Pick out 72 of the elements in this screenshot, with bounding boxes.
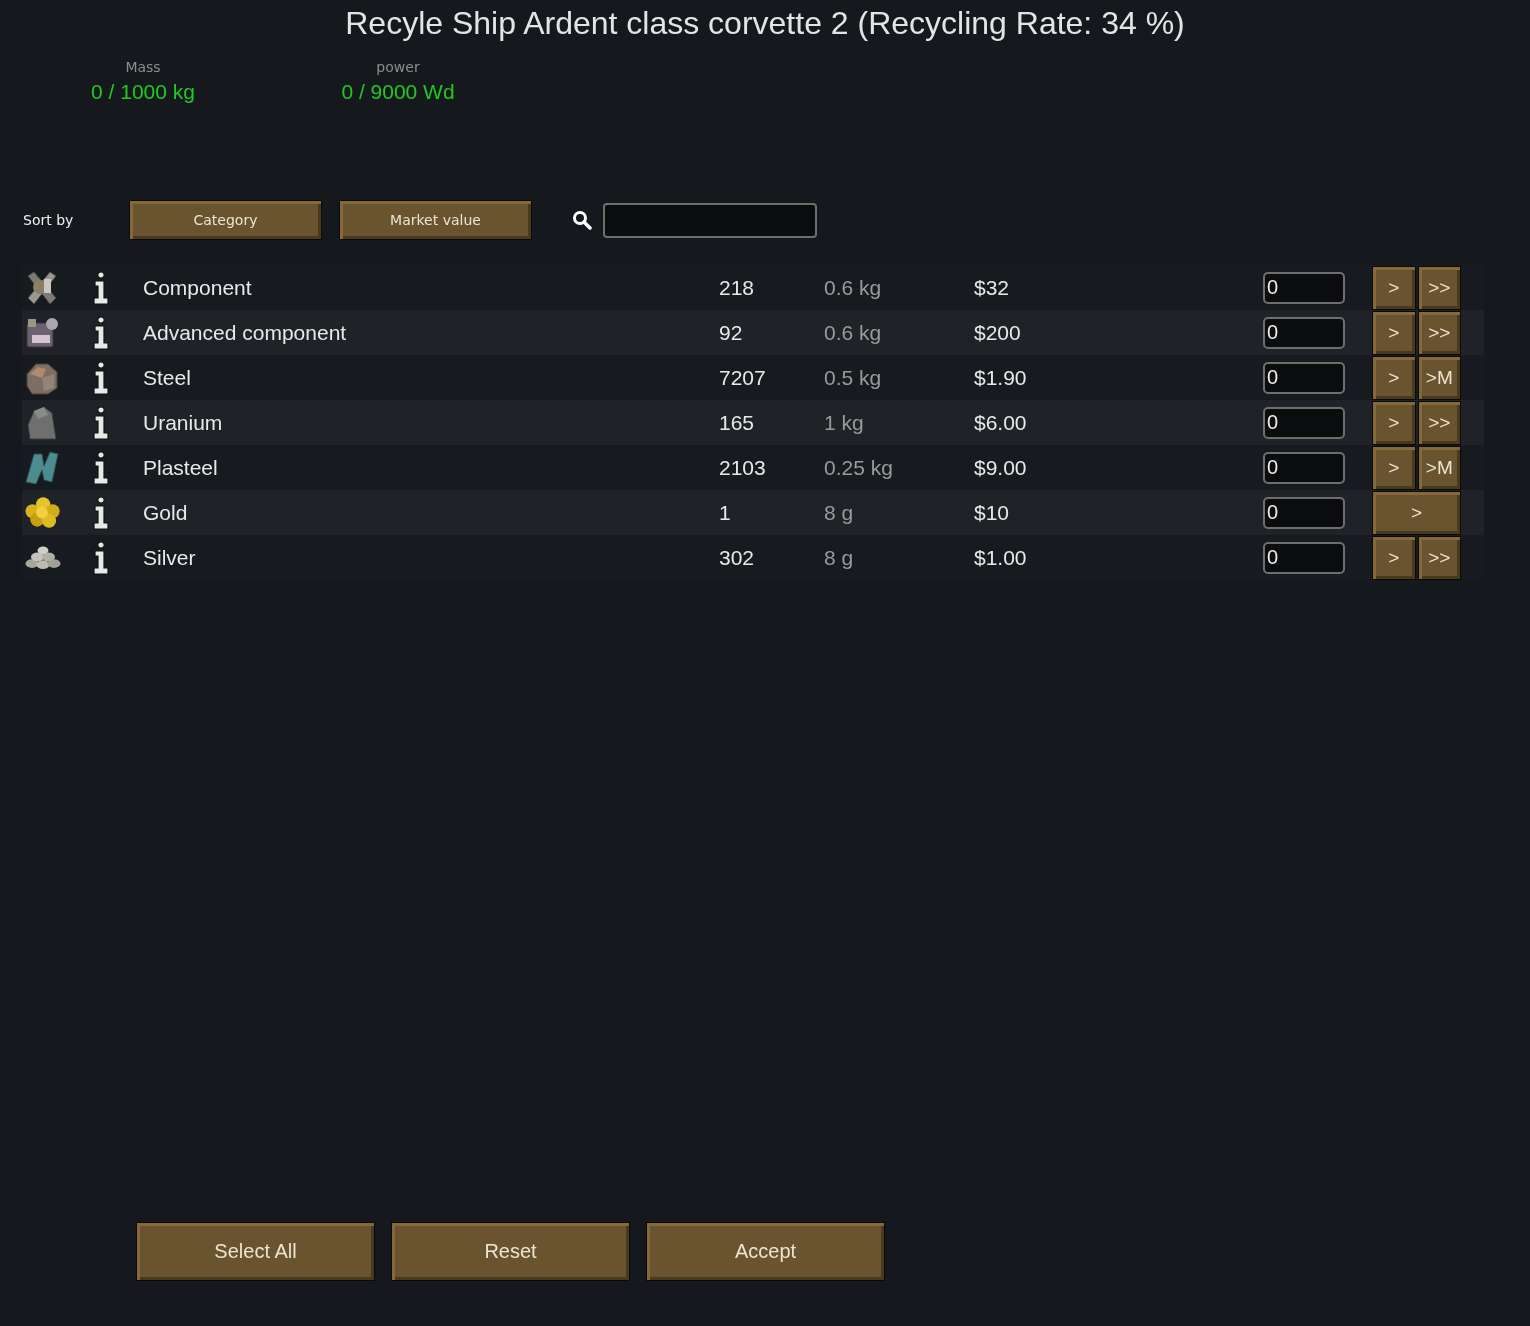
item-mass: 8 g xyxy=(824,545,855,570)
item-name: Steel xyxy=(143,365,192,390)
item-count: 7207 xyxy=(719,365,767,390)
sort-button[interactable]: Category xyxy=(129,200,322,240)
quantity-field[interactable]: 0 xyxy=(1263,316,1345,349)
info-icon[interactable] xyxy=(92,270,110,305)
item-mass: 1 kg xyxy=(824,410,865,435)
nugget-pile-icon xyxy=(24,496,60,529)
transfer-button[interactable]: > xyxy=(1372,355,1416,400)
item-name: Plasteel xyxy=(143,455,219,480)
quantity-field[interactable]: 0 xyxy=(1263,406,1345,439)
item-mass: 0.6 kg xyxy=(824,275,883,300)
transfer-button[interactable]: > xyxy=(1372,400,1416,445)
quantity-field[interactable]: 0 xyxy=(1263,451,1345,484)
item-mass: 0.5 kg xyxy=(824,365,883,390)
item-name: Advanced component xyxy=(143,320,348,345)
item-price: $1.00 xyxy=(974,545,1028,570)
info-icon[interactable] xyxy=(92,360,110,395)
info-icon[interactable] xyxy=(92,450,110,485)
item-name: Gold xyxy=(143,500,189,525)
transfer-button[interactable]: >> xyxy=(1417,310,1461,355)
item-price: $9.00 xyxy=(974,455,1028,480)
transfer-button[interactable]: >M xyxy=(1417,355,1461,400)
action-button[interactable]: Reset xyxy=(391,1222,630,1281)
quantity-field[interactable]: 0 xyxy=(1263,271,1345,304)
stat-label: Mass xyxy=(125,58,161,76)
sort-label: Sort by xyxy=(23,212,75,228)
stat-value: 0 / 9000 Wd xyxy=(341,79,455,105)
item-name: Component xyxy=(143,275,253,300)
rock-icon xyxy=(24,404,60,441)
transfer-button[interactable]: > xyxy=(1372,310,1416,355)
item-price: $1.90 xyxy=(974,365,1028,390)
item-count: 2103 xyxy=(719,455,767,480)
info-icon[interactable] xyxy=(92,315,110,350)
slab-icon xyxy=(24,449,60,486)
item-price: $200 xyxy=(974,320,1022,345)
item-count: 1 xyxy=(719,500,732,525)
pebble-pile-icon xyxy=(24,546,62,569)
transfer-button[interactable]: > xyxy=(1372,265,1416,310)
item-mass: 0.6 kg xyxy=(824,320,883,345)
transfer-button[interactable]: >> xyxy=(1417,535,1461,580)
item-mass: 0.25 kg xyxy=(824,455,894,480)
stat-label: power xyxy=(376,58,420,76)
item-name: Silver xyxy=(143,545,197,570)
action-button[interactable]: Select All xyxy=(136,1222,375,1281)
quantity-field[interactable]: 0 xyxy=(1263,496,1345,529)
info-icon[interactable] xyxy=(92,540,110,575)
search-icon xyxy=(572,210,592,230)
info-icon[interactable] xyxy=(92,495,110,530)
info-icon[interactable] xyxy=(92,405,110,440)
transfer-button[interactable]: >> xyxy=(1417,400,1461,445)
item-count: 165 xyxy=(719,410,756,435)
quantity-field[interactable]: 0 xyxy=(1263,541,1345,574)
item-count: 92 xyxy=(719,320,744,345)
dialog-title: Recyle Ship Ardent class corvette 2 (Recycling Rate: 34 %) xyxy=(345,5,1185,41)
transfer-button[interactable]: > xyxy=(1372,535,1416,580)
transfer-button[interactable]: >M xyxy=(1417,445,1461,490)
stat-value: 0 / 1000 kg xyxy=(91,79,195,105)
item-price: $10 xyxy=(974,500,1011,525)
transfer-button[interactable]: > xyxy=(1372,445,1416,490)
sort-button[interactable]: Market value xyxy=(339,200,532,240)
item-name: Uranium xyxy=(143,410,224,435)
item-price: $32 xyxy=(974,275,1011,300)
quantity-field[interactable]: 0 xyxy=(1263,361,1345,394)
item-mass: 8 g xyxy=(824,500,855,525)
search-field[interactable] xyxy=(603,202,817,238)
transfer-button[interactable]: > xyxy=(1372,490,1461,535)
item-price: $6.00 xyxy=(974,410,1028,435)
item-count: 218 xyxy=(719,275,756,300)
transfer-button[interactable]: >> xyxy=(1417,265,1461,310)
item-count: 302 xyxy=(719,545,756,570)
action-button[interactable]: Accept xyxy=(646,1222,885,1281)
